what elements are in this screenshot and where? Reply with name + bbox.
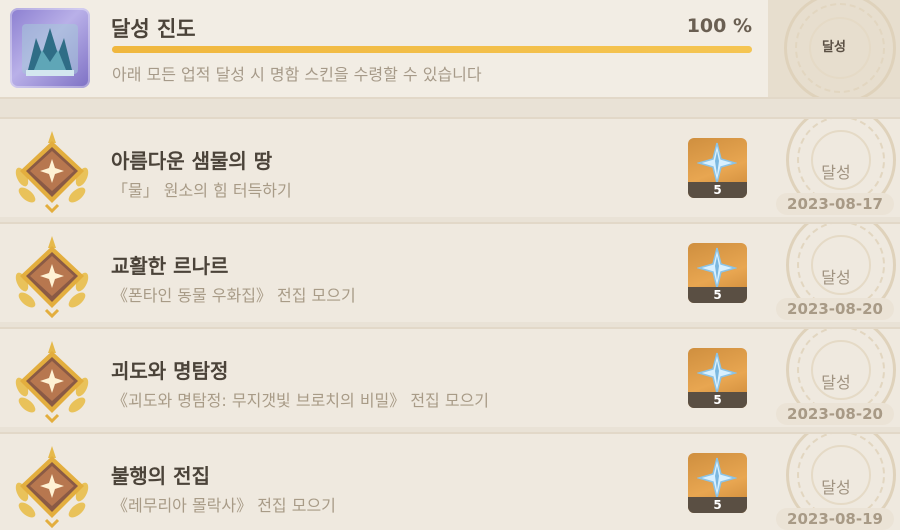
completion-date: 2023-08-19 bbox=[776, 508, 894, 530]
achievement-title: 괴도와 명탐정 bbox=[111, 359, 229, 383]
achievement-status: 달성 bbox=[821, 478, 851, 497]
achievement-title: 교활한 르나르 bbox=[111, 254, 229, 278]
primogem-icon bbox=[697, 352, 737, 394]
achievement-row[interactable]: 아름다운 샘물의 땅 「물」 원소의 힘 터득하기 5 달성 2023-08-1… bbox=[0, 117, 900, 217]
progress-bar bbox=[112, 46, 752, 53]
namecard-preview-icon[interactable] bbox=[10, 8, 90, 88]
progress-description: 아래 모든 업적 달성 시 명함 스킨을 수령할 수 있습니다 bbox=[112, 65, 482, 84]
achievement-status: 달성 bbox=[821, 373, 851, 392]
achievement-description: 《괴도와 명탐정: 무지갯빛 브로치의 비밀》 전집 모으기 bbox=[112, 391, 490, 410]
achievement-status: 달성 bbox=[821, 268, 851, 287]
achievement-progress-header: 달성 진도 100 % 아래 모든 업적 달성 시 명함 스킨을 수령할 수 있… bbox=[0, 0, 900, 99]
header-status-label: 달성 bbox=[822, 40, 846, 55]
achievement-status: 달성 bbox=[821, 163, 851, 182]
achievement-row[interactable]: 교활한 르나르 《폰타인 동물 우화집》 전집 모으기 5 달성 2023-08… bbox=[0, 222, 900, 322]
achievement-medal-icon bbox=[8, 230, 96, 320]
primogem-icon bbox=[697, 142, 737, 184]
reward-count: 5 bbox=[688, 182, 747, 198]
reward-item[interactable]: 5 bbox=[688, 348, 747, 408]
reward-item[interactable]: 5 bbox=[688, 243, 747, 303]
achievement-medal-icon bbox=[8, 335, 96, 425]
reward-item[interactable]: 5 bbox=[688, 138, 747, 198]
completion-date: 2023-08-17 bbox=[776, 193, 894, 215]
achievement-title: 불행의 전집 bbox=[111, 464, 210, 488]
achievement-row[interactable]: 불행의 전집 《레무리아 몰락사》 전집 모으기 5 달성 2023-08-19 bbox=[0, 432, 900, 530]
reward-count: 5 bbox=[688, 497, 747, 513]
header-status-panel: 달성 bbox=[768, 0, 900, 97]
progress-bar-fill bbox=[112, 46, 752, 53]
progress-title: 달성 진도 bbox=[111, 17, 196, 41]
reward-count: 5 bbox=[688, 287, 747, 303]
achievement-medal-icon bbox=[8, 440, 96, 530]
achievement-description: 《폰타인 동물 우화집》 전집 모으기 bbox=[112, 286, 356, 305]
reward-count: 5 bbox=[688, 392, 747, 408]
completion-date: 2023-08-20 bbox=[776, 403, 894, 425]
progress-percent: 100 % bbox=[686, 15, 752, 37]
primogem-icon bbox=[697, 247, 737, 289]
achievement-title: 아름다운 샘물의 땅 bbox=[111, 149, 273, 173]
achievement-description: 「물」 원소의 힘 터득하기 bbox=[112, 181, 292, 200]
primogem-icon bbox=[697, 457, 737, 499]
achievement-description: 《레무리아 몰락사》 전집 모으기 bbox=[112, 496, 336, 515]
completion-date: 2023-08-20 bbox=[776, 298, 894, 320]
achievement-row[interactable]: 괴도와 명탐정 《괴도와 명탐정: 무지갯빛 브로치의 비밀》 전집 모으기 5… bbox=[0, 327, 900, 427]
reward-item[interactable]: 5 bbox=[688, 453, 747, 513]
achievement-medal-icon bbox=[8, 125, 96, 215]
